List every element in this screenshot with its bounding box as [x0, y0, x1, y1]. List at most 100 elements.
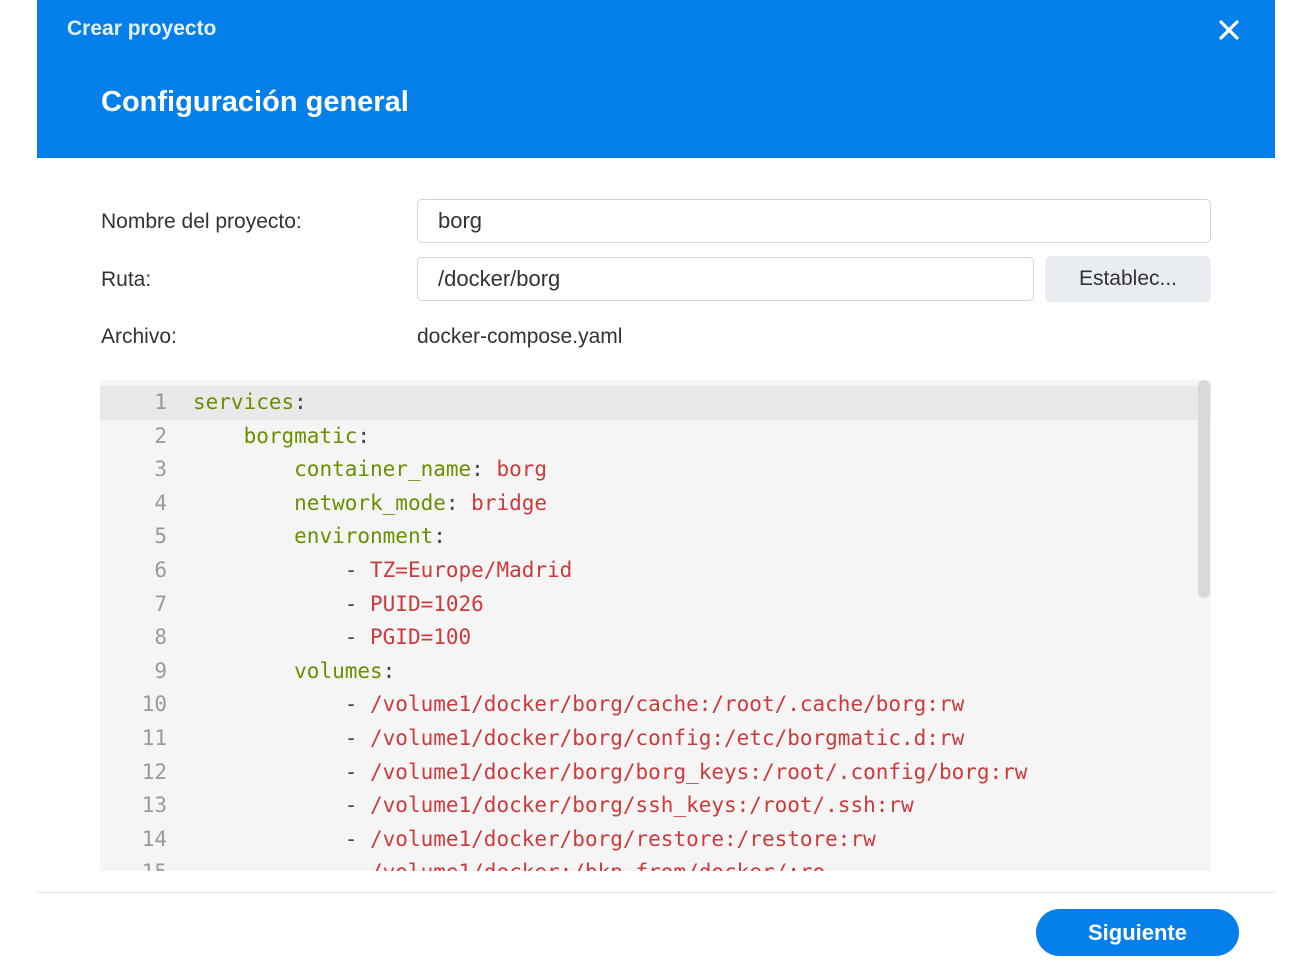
line-number: 12 [141, 759, 167, 784]
line-number: 9 [154, 658, 167, 683]
code-line: 5 environment: [100, 520, 1211, 554]
code-line: 9 volumes: [100, 655, 1211, 689]
yaml-value: PGID=100 [370, 625, 472, 650]
line-code: network_mode: bridge [193, 487, 547, 521]
section-title: Configuración general [101, 86, 409, 118]
list-dash: - [345, 860, 370, 871]
line-number: 7 [154, 591, 167, 616]
code-line: 6 - TZ=Europe/Madrid [100, 554, 1211, 588]
line-number: 1 [154, 390, 167, 414]
code-line: 11 - /volume1/docker/borg/config:/etc/bo… [100, 722, 1211, 756]
dialog-title: Crear proyecto [67, 17, 217, 40]
line-code: - /volume1/docker/borg/restore:/restore:… [193, 823, 876, 857]
line-number: 5 [154, 524, 167, 549]
set-path-button[interactable]: Establec... [1045, 256, 1211, 302]
yaml-key: network_mode [294, 490, 446, 515]
code-line: 4 network_mode: bridge [100, 487, 1211, 521]
path-input[interactable] [417, 257, 1034, 301]
line-code: - TZ=Europe/Madrid [193, 554, 573, 588]
line-number: 6 [154, 558, 167, 582]
yaml-colon: : [445, 490, 472, 515]
line-code: container_name: borg [193, 453, 547, 487]
yaml-value: /volume1/docker/borg/config:/etc/borgmat… [370, 726, 965, 750]
line-number: 13 [141, 793, 167, 818]
line-number: 11 [141, 726, 167, 750]
code-line: 1 services: [100, 386, 1211, 420]
list-dash: - [344, 692, 371, 717]
file-value: docker-compose.yaml [417, 325, 623, 348]
editor-scrollbar[interactable] [1198, 380, 1210, 598]
project-name-label: Nombre del proyecto: [101, 210, 302, 233]
line-number: 15 [100, 856, 167, 871]
yaml-key: borgmatic [243, 423, 358, 448]
path-label: Ruta: [101, 268, 152, 291]
code-line: 10 - /volume1/docker/borg/cache:/root/.c… [100, 688, 1211, 722]
yaml-key: services [193, 390, 295, 414]
yaml-value: /volume1/docker/borg/ssh_keys:/root/.ssh… [370, 793, 914, 818]
code-line: 7 - PUID=1026 [100, 588, 1211, 622]
close-icon[interactable] [1213, 14, 1245, 46]
yaml-colon: : [433, 524, 446, 549]
yaml-key: container_name [294, 457, 472, 482]
yaml-value: /volume1/docker/borg/borg_keys:/root/.co… [370, 759, 1028, 784]
yaml-code-editor[interactable]: 1 services: 2 borgmatic: 3 container_name: … [100, 380, 1211, 871]
next-button[interactable]: Siguiente [1036, 909, 1239, 956]
yaml-value: PUID=1026 [370, 591, 484, 616]
line-code: - PUID=1026 [193, 588, 484, 622]
line-code: - /volume1/docker:/bkp_from/docker/:ro [193, 856, 825, 871]
line-code: volumes: [193, 655, 395, 689]
yaml-key: volumes [294, 658, 383, 683]
project-name-input[interactable] [417, 199, 1211, 243]
code-line: 14 - /volume1/docker/borg/restore:/resto… [100, 823, 1211, 857]
yaml-value: /volume1/docker/borg/cache:/root/.cache/… [370, 692, 965, 717]
footer-divider [37, 892, 1275, 893]
list-dash: - [344, 793, 371, 818]
dialog-header: Crear proyecto Configuración general [37, 0, 1275, 158]
line-code: - PGID=100 [193, 621, 471, 655]
line-number: 8 [154, 625, 167, 650]
line-code: environment: [193, 520, 446, 554]
line-code: services: [193, 386, 307, 420]
yaml-value: bridge [471, 490, 548, 515]
create-project-dialog: Crear proyecto Configuración general Nom… [37, 0, 1275, 968]
yaml-colon: : [382, 658, 396, 683]
code-line: 3 container_name: borg [100, 453, 1211, 487]
yaml-key: environment [294, 524, 434, 549]
file-label: Archivo: [101, 325, 177, 348]
list-dash: - [344, 726, 371, 750]
line-number: 4 [154, 490, 167, 515]
line-code: - /volume1/docker/borg/config:/etc/borgm… [193, 722, 965, 756]
line-number: 10 [141, 692, 167, 717]
line-number: 2 [154, 423, 167, 448]
yaml-value: TZ=Europe/Madrid [370, 558, 573, 582]
list-dash: - [344, 591, 371, 616]
list-dash: - [344, 759, 371, 784]
line-code: - /volume1/docker/borg/borg_keys:/root/.… [193, 756, 1028, 790]
line-code: - /volume1/docker/borg/cache:/root/.cach… [193, 688, 965, 722]
code-line: 8 - PGID=100 [100, 621, 1211, 655]
code-line: 12 - /volume1/docker/borg/borg_keys:/roo… [100, 756, 1211, 790]
line-code: - /volume1/docker/borg/ssh_keys:/root/.s… [193, 789, 914, 823]
yaml-colon: : [471, 457, 497, 482]
list-dash: - [344, 558, 371, 582]
list-dash: - [344, 625, 371, 650]
yaml-colon: : [357, 423, 371, 448]
code-line: 13 - /volume1/docker/borg/ssh_keys:/root… [100, 789, 1211, 823]
line-number: 14 [141, 826, 167, 851]
yaml-colon: : [294, 390, 307, 414]
code-line: 2 borgmatic: [100, 420, 1211, 454]
